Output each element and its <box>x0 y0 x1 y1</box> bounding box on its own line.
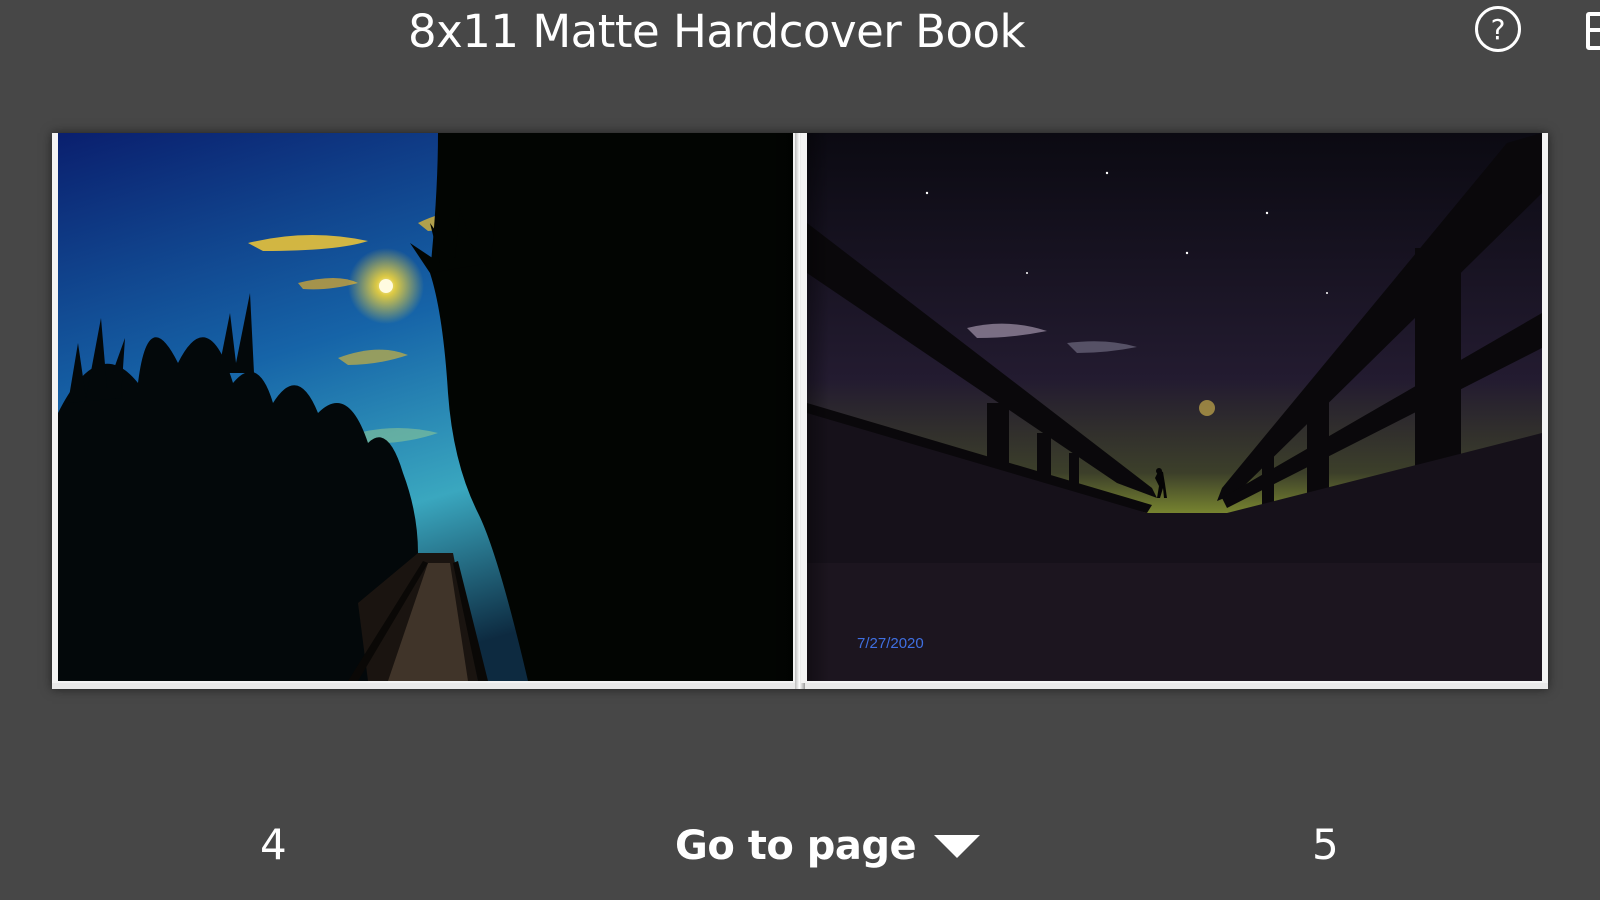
date-stamp: 7/27/2020 <box>857 635 924 652</box>
book-edge-button[interactable] <box>1586 12 1600 50</box>
go-to-page-dropdown[interactable]: Go to page <box>675 818 981 874</box>
top-bar: 8x11 Matte Hardcover Book ? <box>0 0 1600 70</box>
caret-down-icon <box>934 834 981 858</box>
left-page-number[interactable]: 4 <box>260 820 287 870</box>
right-page[interactable]: 7/27/2020 <box>801 133 1548 683</box>
right-photo-image <box>807 133 1542 681</box>
question-circle-icon: ? <box>1490 12 1506 46</box>
right-page-number[interactable]: 5 <box>1312 820 1339 870</box>
left-photo-image <box>58 133 793 681</box>
left-page[interactable] <box>52 133 799 683</box>
page-navigation: 4 Go to page 5 <box>0 790 1600 900</box>
help-button[interactable]: ? <box>1475 6 1521 52</box>
book-spread: 7/27/2020 <box>52 133 1548 689</box>
page-title: 8x11 Matte Hardcover Book <box>408 5 1026 58</box>
right-page-photo[interactable]: 7/27/2020 <box>807 133 1542 681</box>
go-to-page-label: Go to page <box>675 823 917 869</box>
left-page-photo[interactable] <box>58 133 793 681</box>
